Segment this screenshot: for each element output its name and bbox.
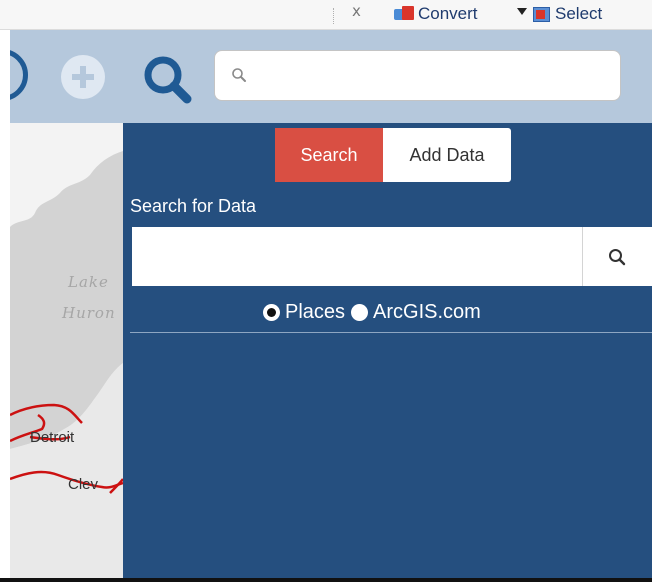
map-label-huron: Huron	[62, 304, 116, 322]
close-button[interactable]: x	[352, 2, 361, 20]
app-toolbar	[10, 30, 652, 123]
tab-add-data[interactable]: Add Data	[383, 128, 511, 182]
map-basemap	[10, 123, 123, 578]
convert-button[interactable]: Convert	[392, 3, 478, 25]
panel-heading: Search for Data	[130, 196, 257, 216]
toolbar-search-input[interactable]	[255, 59, 610, 91]
zoom-out-icon[interactable]	[10, 49, 28, 101]
radio-arcgis[interactable]	[351, 303, 369, 321]
radio-arcgis-label[interactable]: ArcGIS.com	[373, 301, 481, 324]
map-label-lake: Lake	[68, 273, 109, 291]
map-label-cleveland: Clev	[68, 476, 99, 493]
map-view[interactable]: Lake Huron Detroit Clev	[10, 123, 123, 578]
radio-places[interactable]	[263, 303, 280, 321]
add-data-panel: Search Add Data Search for Data Places A…	[123, 123, 652, 578]
search-icon	[609, 249, 626, 266]
bottom-border	[0, 578, 652, 582]
toolbar-search-box[interactable]	[214, 50, 621, 101]
data-search-box	[132, 227, 652, 286]
browser-toolbar: x Convert Select	[0, 0, 652, 30]
data-search-button[interactable]	[582, 227, 652, 286]
map-label-detroit: Detroit	[30, 429, 75, 446]
select-label: Select	[555, 4, 603, 23]
convert-dropdown-caret-icon[interactable]	[517, 8, 527, 15]
zoom-in-icon[interactable]	[61, 55, 105, 99]
select-button[interactable]: Select	[532, 3, 602, 25]
search-source-radio-group: Places ArcGIS.com	[263, 299, 487, 325]
data-search-input[interactable]	[142, 239, 572, 273]
search-icon[interactable]	[141, 53, 201, 109]
pdf-convert-icon	[392, 5, 416, 23]
toolbar-separator	[333, 8, 334, 24]
convert-label: Convert	[418, 4, 478, 23]
panel-divider	[130, 332, 652, 333]
search-field-icon	[232, 68, 246, 82]
tab-search[interactable]: Search	[275, 128, 383, 182]
radio-places-label[interactable]: Places	[285, 301, 345, 324]
select-tool-icon	[532, 5, 552, 23]
